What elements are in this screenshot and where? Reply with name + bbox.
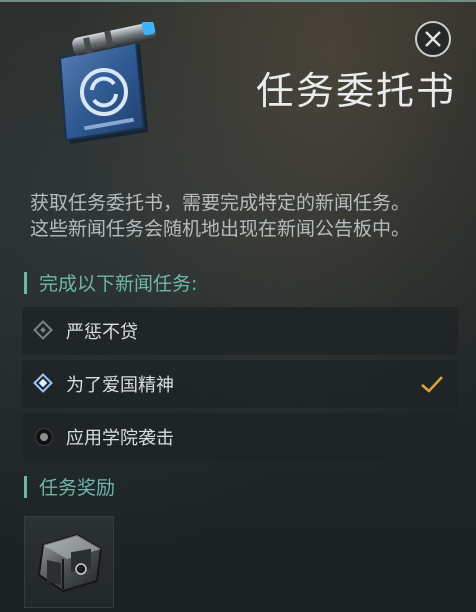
rewards-section-title: 任务奖励 bbox=[24, 473, 115, 500]
task-label: 为了爱国精神 bbox=[66, 375, 174, 396]
task-item-2[interactable]: 为了爱国精神 bbox=[22, 360, 458, 408]
task-label: 应用学院袭击 bbox=[66, 428, 174, 449]
checkmark-icon bbox=[421, 376, 443, 393]
task-status-marker bbox=[22, 360, 66, 408]
section-accent-bar bbox=[24, 271, 27, 294]
section-accent-bar bbox=[24, 475, 27, 498]
task-status-marker bbox=[22, 413, 66, 461]
close-icon bbox=[425, 31, 441, 47]
task-label: 严惩不贷 bbox=[66, 322, 138, 343]
description: 获取任务委托书，需要完成特定的新闻任务。 这些新闻任务会随机地出现在新闻公告板中… bbox=[30, 190, 460, 242]
task-item-1[interactable]: 严惩不贷 bbox=[22, 307, 458, 355]
diamond-icon bbox=[33, 373, 53, 393]
task-item-3[interactable]: 应用学院袭击 bbox=[22, 413, 458, 461]
top-accent-line bbox=[0, 0, 476, 2]
description-line-1: 获取任务委托书，需要完成特定的新闻任务。 bbox=[30, 192, 411, 214]
description-line-2: 这些新闻任务会随机地出现在新闻公告板中。 bbox=[30, 218, 411, 240]
tasks-section-title: 完成以下新闻任务: bbox=[24, 269, 197, 296]
rewards-section-label: 任务奖励 bbox=[39, 477, 116, 499]
page-title: 任务委托书 bbox=[255, 69, 456, 113]
diamond-icon bbox=[33, 320, 53, 340]
tasks-section-label: 完成以下新闻任务: bbox=[39, 273, 198, 295]
task-status-marker bbox=[22, 307, 66, 355]
close-button[interactable] bbox=[415, 21, 451, 57]
letter-document-icon bbox=[44, 20, 164, 156]
reward-item[interactable] bbox=[24, 516, 114, 608]
container-crate-icon bbox=[37, 533, 103, 593]
circle-icon bbox=[35, 428, 53, 446]
